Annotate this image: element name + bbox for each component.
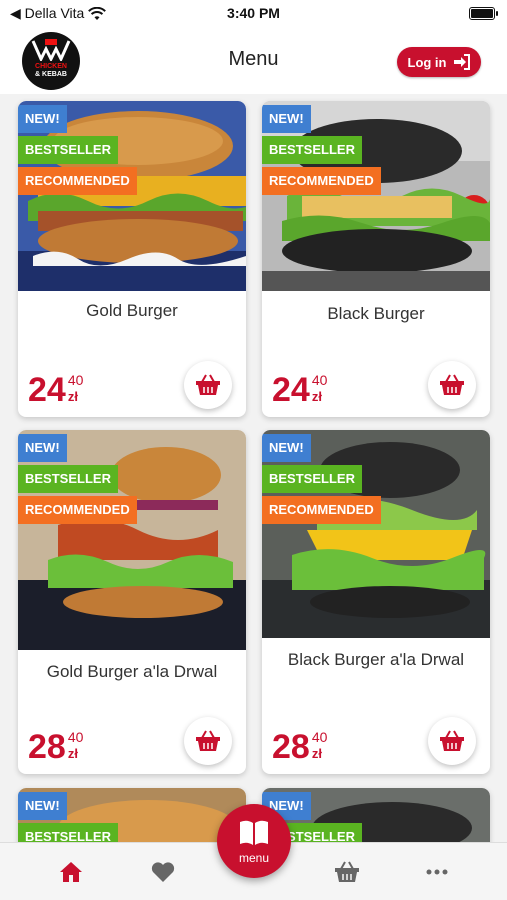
- price-currency: zł: [67, 746, 78, 761]
- tab-cart[interactable]: [332, 857, 362, 887]
- new-badge: NEW!: [18, 105, 67, 133]
- sign-in-icon: [453, 54, 470, 70]
- product-card[interactable]: NEW! BESTSELLER RECOMMENDED Gold Burger …: [18, 101, 246, 417]
- product-card[interactable]: NEW! BESTSELLER: [262, 788, 490, 842]
- bestseller-badge: BESTSELLER: [18, 823, 118, 842]
- product-card[interactable]: NEW! BESTSELLER RECOMMENDED Gold Burger …: [18, 430, 246, 774]
- product-price: 24 40 zł: [272, 371, 328, 409]
- basket-icon: [440, 374, 464, 395]
- price-main: 28: [28, 728, 66, 766]
- product-card[interactable]: NEW! BESTSELLER RECOMMENDED Black Burger…: [262, 430, 490, 774]
- product-name: Gold Burger a'la Drwal: [46, 662, 218, 681]
- battery-icon: [469, 7, 498, 20]
- app-header: CHICKEN & KEBAB Menu Log in: [0, 28, 507, 94]
- add-to-cart-button[interactable]: [184, 361, 232, 409]
- price-cents: 40: [67, 729, 84, 745]
- basket-icon: [335, 861, 359, 882]
- bestseller-badge: BESTSELLER: [18, 465, 118, 493]
- product-price: 24 40 zł: [28, 371, 84, 409]
- tab-more[interactable]: [422, 857, 452, 887]
- recommended-badge: RECOMMENDED: [18, 167, 137, 195]
- product-grid: NEW! BESTSELLER RECOMMENDED Gold Burger …: [0, 94, 507, 842]
- app-screen: ◀ Della Vita 3:40 PM CHICKEN & KEBAB Men…: [0, 0, 507, 900]
- add-to-cart-button[interactable]: [184, 717, 232, 765]
- tab-favorites[interactable]: [148, 857, 178, 887]
- login-label: Log in: [407, 54, 447, 70]
- recommended-badge: RECOMMENDED: [262, 167, 381, 195]
- price-currency: zł: [311, 389, 322, 404]
- bestseller-badge: BESTSELLER: [18, 136, 118, 164]
- new-badge: NEW!: [262, 434, 311, 462]
- book-icon: [240, 820, 268, 845]
- product-photo: [18, 430, 246, 650]
- home-icon: [60, 862, 82, 882]
- product-price: 28 40 zł: [272, 728, 328, 766]
- new-badge: NEW!: [18, 434, 67, 462]
- clock: 3:40 PM: [227, 5, 280, 21]
- basket-icon: [196, 374, 220, 395]
- basket-icon: [440, 730, 464, 751]
- price-main: 24: [272, 371, 310, 409]
- price-cents: 40: [67, 372, 84, 388]
- price-cents: 40: [311, 729, 328, 745]
- price-main: 28: [272, 728, 310, 766]
- price-currency: zł: [67, 389, 78, 404]
- heart-icon: [151, 862, 175, 882]
- bestseller-badge: BESTSELLER: [262, 136, 362, 164]
- product-name: Gold Burger: [86, 301, 178, 320]
- product-name: Black Burger: [327, 304, 425, 323]
- product-price: 28 40 zł: [28, 728, 84, 766]
- price-cents: 40: [311, 372, 328, 388]
- recommended-badge: RECOMMENDED: [18, 496, 137, 524]
- new-badge: NEW!: [18, 792, 67, 820]
- tab-home[interactable]: [56, 857, 86, 887]
- status-bar: ◀ Della Vita 3:40 PM: [0, 0, 507, 28]
- product-card[interactable]: NEW! BESTSELLER RECOMMENDED Black Burger…: [262, 101, 490, 417]
- price-main: 24: [28, 371, 66, 409]
- logo-text-line2: & KEBAB: [35, 71, 67, 78]
- bestseller-badge: BESTSELLER: [262, 465, 362, 493]
- menu-button[interactable]: menu: [217, 804, 291, 878]
- recommended-badge: RECOMMENDED: [262, 496, 381, 524]
- add-to-cart-button[interactable]: [428, 361, 476, 409]
- product-card[interactable]: NEW! BESTSELLER: [18, 788, 246, 842]
- new-badge: NEW!: [262, 105, 311, 133]
- basket-icon: [196, 730, 220, 751]
- product-name: Black Burger a'la Drwal: [287, 650, 465, 669]
- more-icon: [426, 869, 448, 875]
- login-button[interactable]: Log in: [397, 47, 481, 77]
- price-currency: zł: [311, 746, 322, 761]
- add-to-cart-button[interactable]: [428, 717, 476, 765]
- menu-button-label: menu: [238, 851, 270, 865]
